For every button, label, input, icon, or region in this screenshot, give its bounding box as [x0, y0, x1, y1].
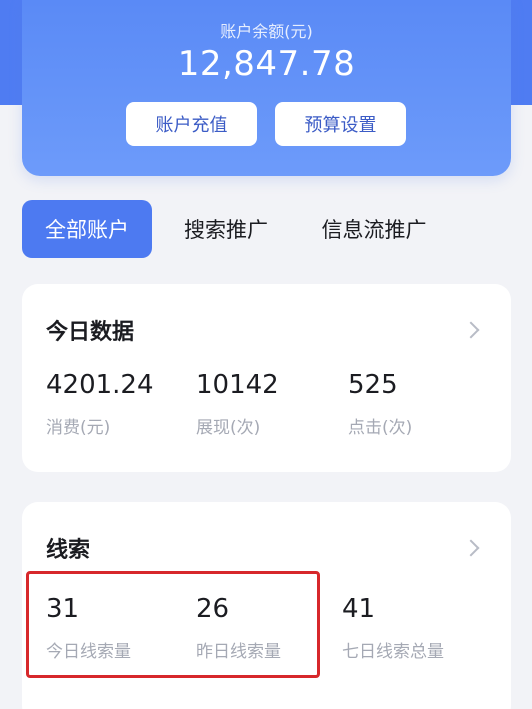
account-tabs: 全部账户 搜索推广 信息流推广 — [0, 200, 532, 258]
seven-day-leads-value: 41 — [342, 594, 376, 624]
balance-label: 账户余额(元) — [220, 22, 313, 41]
balance-card: 账户余额(元) 12,847.78 账户充值 预算设置 — [22, 0, 511, 176]
recharge-button[interactable]: 账户充值 — [126, 102, 257, 146]
today-data-title: 今日数据 — [46, 320, 135, 345]
chevron-right-icon[interactable] — [462, 321, 480, 339]
spend-value: 4201.24 — [46, 370, 154, 400]
tab-all-accounts[interactable]: 全部账户 — [22, 200, 152, 258]
tab-feed-promotion[interactable]: 信息流推广 — [305, 200, 443, 258]
today-data-card[interactable]: 今日数据 4201.24 消费(元) 10142 展现(次) 525 点击(次) — [22, 284, 511, 472]
clicks-value: 525 — [348, 370, 398, 400]
spend-label: 消费(元) — [46, 418, 111, 438]
balance-amount: 12,847.78 — [177, 44, 356, 84]
leads-title: 线索 — [46, 538, 91, 563]
budget-settings-button[interactable]: 预算设置 — [275, 102, 406, 146]
chevron-right-icon[interactable] — [462, 539, 480, 557]
leads-highlight-box — [26, 571, 320, 678]
impressions-value: 10142 — [196, 370, 279, 400]
clicks-label: 点击(次) — [348, 418, 413, 438]
impressions-label: 展现(次) — [196, 418, 261, 438]
seven-day-leads-label: 七日线索总量 — [342, 642, 444, 662]
tab-search-promotion[interactable]: 搜索推广 — [168, 200, 284, 258]
